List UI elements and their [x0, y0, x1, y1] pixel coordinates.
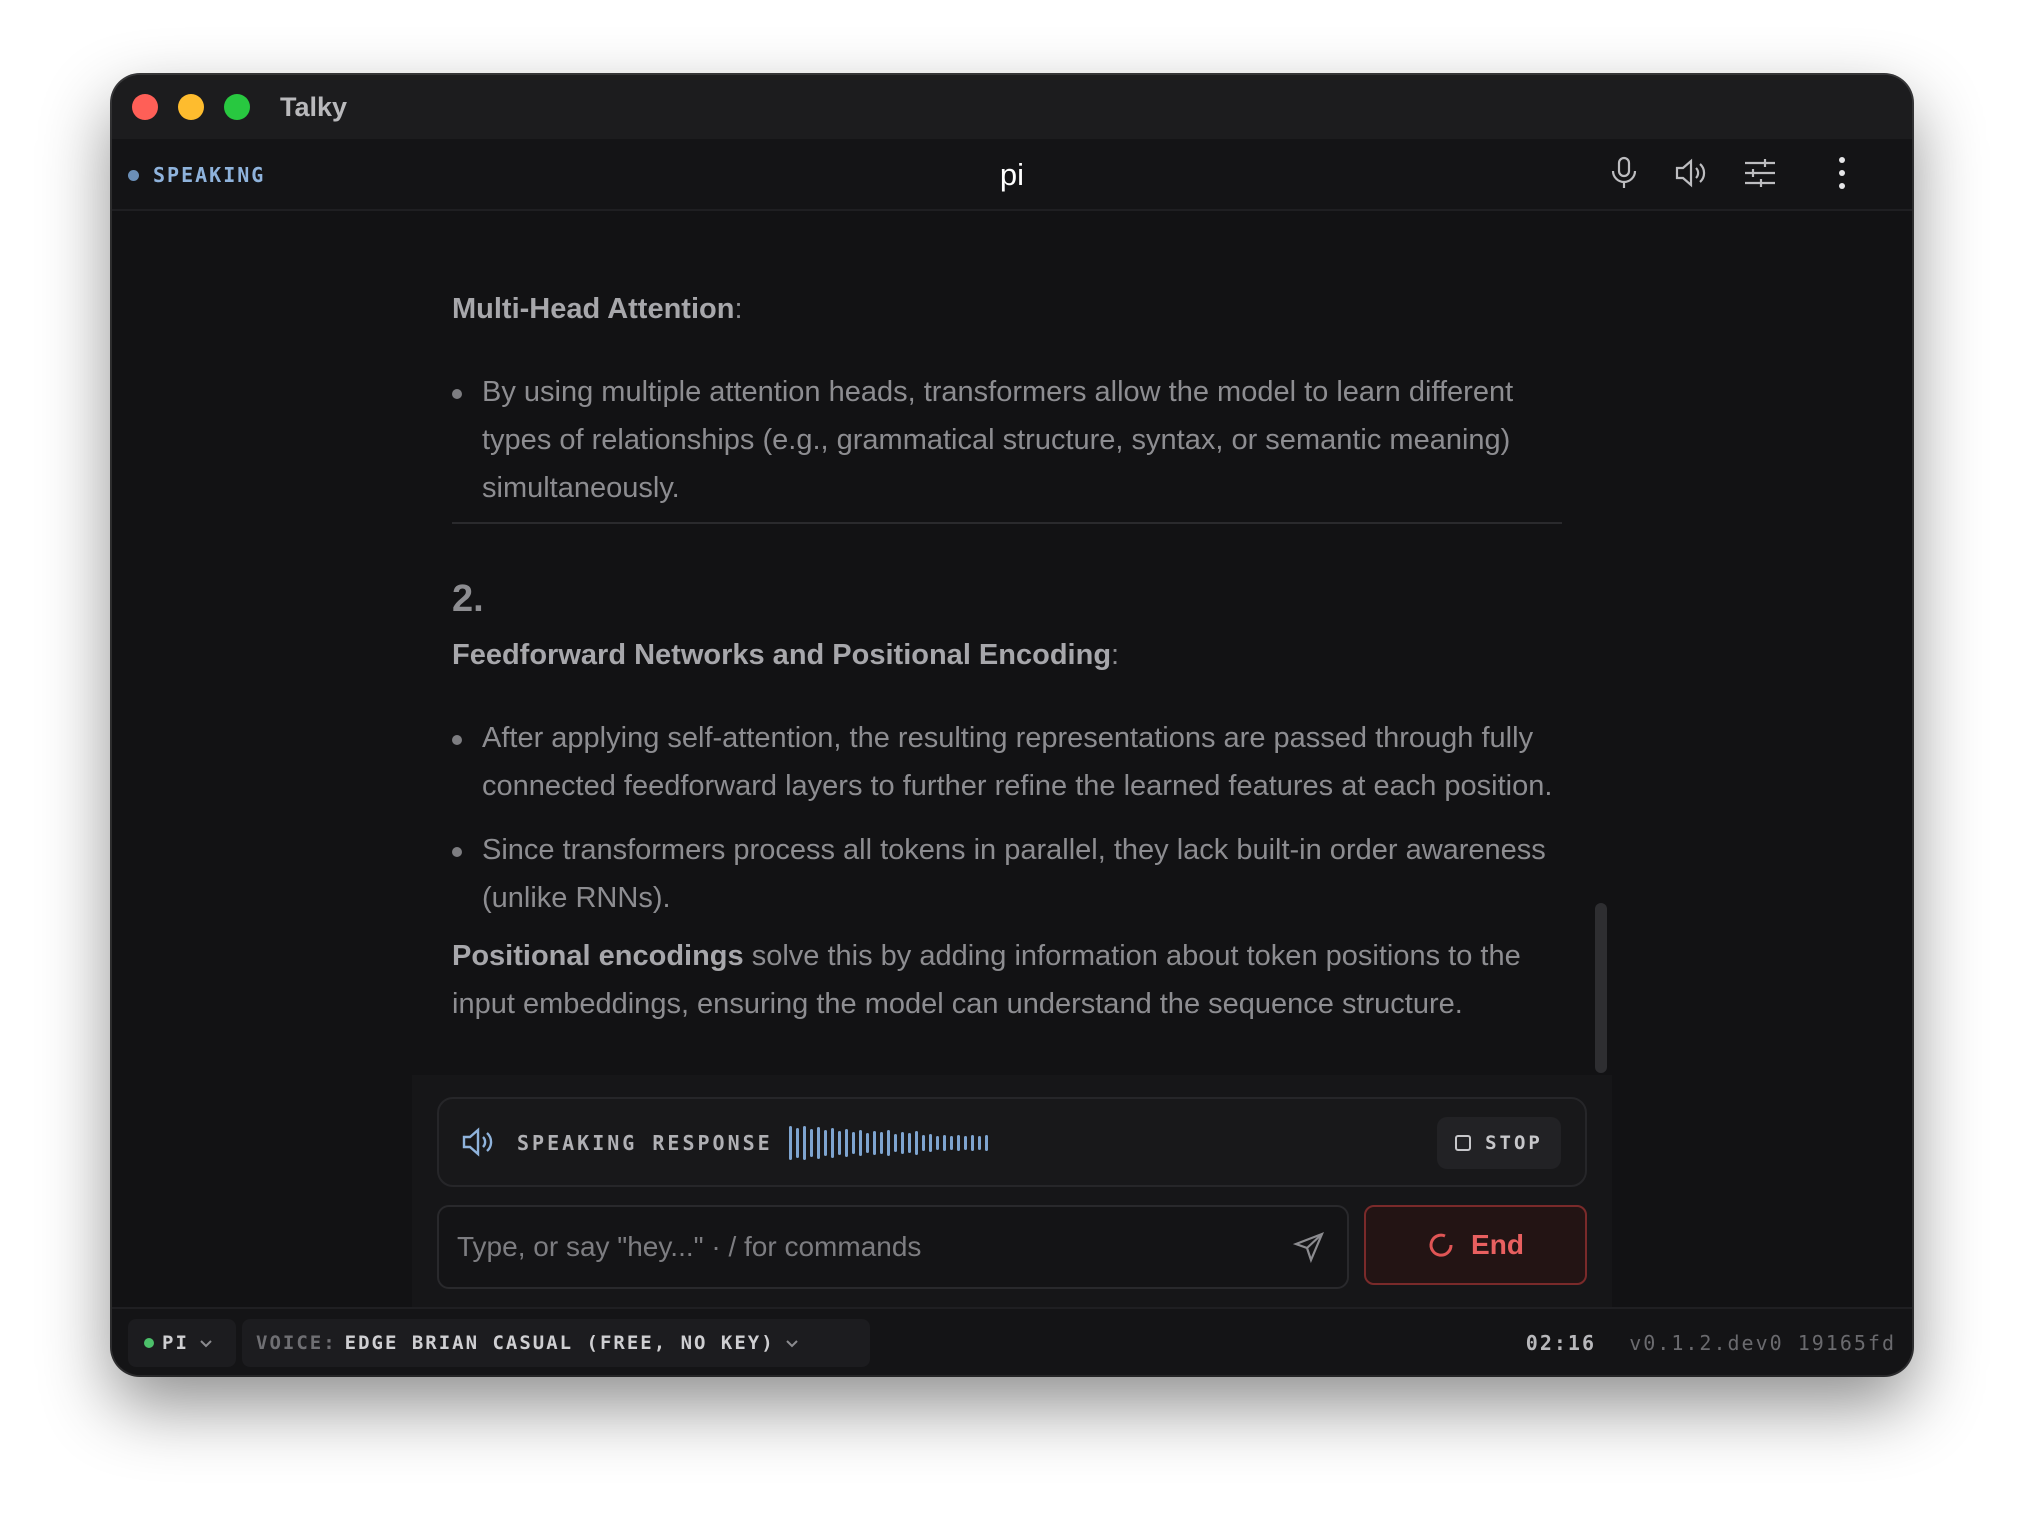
waveform-bar: [894, 1134, 897, 1152]
waveform-bar: [922, 1135, 925, 1151]
spinner-icon: [1429, 1233, 1453, 1257]
waveform-bar: [943, 1135, 946, 1151]
waveform-bar: [964, 1136, 967, 1150]
section-number: 2.: [452, 578, 484, 620]
stop-button[interactable]: STOP: [1437, 1117, 1561, 1169]
online-dot: [144, 1338, 154, 1348]
call-timer: 02:16: [1525, 1331, 1596, 1355]
waveform-bar: [838, 1131, 841, 1155]
waveform-bar: [887, 1130, 890, 1156]
scrollbar[interactable]: [1595, 903, 1607, 1073]
message-content: Multi-Head Attention: By using multiple …: [452, 215, 1562, 1155]
paragraph: Positional encodings solve this by addin…: [452, 940, 1521, 1020]
waveform-bar: [824, 1130, 827, 1156]
list-item: Since transformers process all tokens in…: [452, 826, 1562, 922]
waveform-bar: [866, 1133, 869, 1153]
stop-icon: [1455, 1135, 1472, 1151]
waveform-bar: [985, 1135, 988, 1151]
waveform-bar: [859, 1130, 862, 1156]
end-call-button[interactable]: End: [1364, 1205, 1587, 1285]
window-controls: [132, 94, 250, 120]
toolbar-actions: [1576, 153, 1862, 193]
waveform-bar: [817, 1127, 820, 1159]
waveform-bar: [810, 1129, 813, 1157]
waveform-bar: [950, 1136, 953, 1150]
audio-waveform: [789, 1123, 992, 1163]
send-icon[interactable]: [1292, 1231, 1325, 1268]
waveform-bar: [908, 1133, 911, 1153]
waveform-bar: [901, 1132, 904, 1154]
waveform-bar: [831, 1128, 834, 1158]
speaking-response-bar: SPEAKING RESPONSE STOP: [437, 1097, 1587, 1187]
zoom-window-button[interactable]: [224, 94, 250, 120]
waveform-bar: [880, 1132, 883, 1154]
title-bar: Talky: [112, 75, 1912, 139]
section-heading: Feedforward Networks and Positional Enco…: [452, 639, 1120, 671]
waveform-bar: [803, 1126, 806, 1160]
waveform-bar: [873, 1131, 876, 1155]
speaker-icon: [461, 1127, 497, 1162]
list-item: By using multiple attention heads, trans…: [452, 368, 1562, 512]
chevron-down-icon: [785, 1332, 799, 1354]
voice-selector[interactable]: VOICE: EDGE BRIAN CASUAL (FREE, NO KEY): [242, 1319, 870, 1367]
message-input[interactable]: [457, 1223, 1277, 1271]
list-item: After applying self-attention, the resul…: [452, 714, 1562, 810]
waveform-bar: [929, 1134, 932, 1152]
waveform-bar: [915, 1131, 918, 1155]
waveform-bar: [789, 1126, 792, 1160]
section-heading: Multi-Head Attention:: [452, 293, 743, 325]
close-window-button[interactable]: [132, 94, 158, 120]
divider: [452, 522, 1562, 524]
status-bar: PI VOICE: EDGE BRIAN CASUAL (FREE, NO KE…: [112, 1307, 1912, 1375]
message-input-box[interactable]: [437, 1205, 1349, 1289]
minimize-window-button[interactable]: [178, 94, 204, 120]
microphone-icon[interactable]: [1604, 153, 1644, 193]
waveform-bar: [796, 1128, 799, 1158]
speaker-icon[interactable]: [1672, 153, 1712, 193]
waveform-bar: [957, 1135, 960, 1151]
model-selector[interactable]: PI: [128, 1319, 236, 1367]
waveform-bar: [936, 1136, 939, 1150]
waveform-bar: [978, 1136, 981, 1150]
more-vertical-icon[interactable]: [1822, 153, 1862, 193]
app-window: Talky SPEAKING pi Multi-Head Attention: …: [112, 75, 1912, 1375]
speaking-response-label: SPEAKING RESPONSE: [517, 1131, 773, 1155]
version-label: v0.1.2.dev0 19165fd: [1629, 1331, 1896, 1355]
waveform-bar: [971, 1135, 974, 1151]
chevron-down-icon: [199, 1332, 213, 1354]
waveform-bar: [845, 1129, 848, 1157]
app-title: Talky: [280, 91, 348, 122]
waveform-bar: [852, 1132, 855, 1154]
sliders-icon[interactable]: [1740, 153, 1780, 193]
